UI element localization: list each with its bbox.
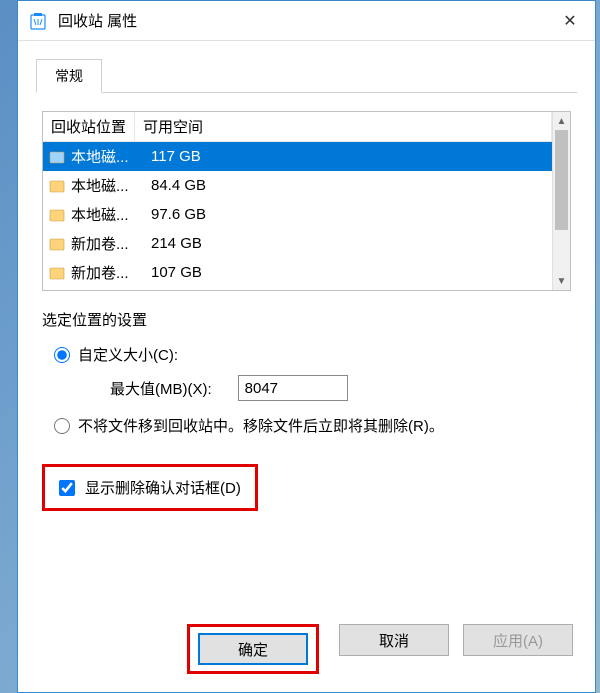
list-row[interactable]: 本地磁...84.4 GB <box>43 171 552 200</box>
scroll-up-icon[interactable]: ▲ <box>553 112 570 130</box>
row-space: 107 GB <box>147 264 546 281</box>
row-location: 本地磁... <box>71 146 147 167</box>
max-size-row: 最大值(MB)(X): <box>110 375 571 401</box>
drive-icon <box>49 149 65 165</box>
row-location: 新加卷... <box>71 233 147 254</box>
list-rows: 本地磁...117 GB本地磁...84.4 GB本地磁...97.6 GB新加… <box>43 142 552 287</box>
apply-button[interactable]: 应用(A) <box>463 624 573 656</box>
drive-icon <box>49 265 65 281</box>
tab-general[interactable]: 常规 <box>36 59 102 93</box>
row-space: 117 GB <box>147 148 546 165</box>
list-inner: 回收站位置 可用空间 本地磁...117 GB本地磁...84.4 GB本地磁.… <box>43 112 552 290</box>
content-panel: 回收站位置 可用空间 本地磁...117 GB本地磁...84.4 GB本地磁.… <box>18 93 595 608</box>
list-header: 回收站位置 可用空间 <box>43 112 552 142</box>
titlebar: 回收站 属性 ✕ <box>18 1 595 41</box>
scroll-down-icon[interactable]: ▼ <box>553 272 570 290</box>
row-location: 新加卷... <box>71 262 147 283</box>
settings-title: 选定位置的设置 <box>42 309 571 330</box>
drive-icon <box>49 178 65 194</box>
checkbox-confirm-delete[interactable]: 显示删除确认对话框(D) <box>59 477 241 498</box>
col-space[interactable]: 可用空间 <box>135 112 552 141</box>
checkbox-confirm-delete-label: 显示删除确认对话框(D) <box>85 477 241 498</box>
radio-custom-size[interactable]: 自定义大小(C): <box>54 344 571 365</box>
max-size-label: 最大值(MB)(X): <box>110 378 212 399</box>
button-bar: 确定 取消 应用(A) <box>18 608 595 692</box>
radio-dont-move-input[interactable] <box>54 418 70 434</box>
list-row[interactable]: 新加卷...107 GB <box>43 258 552 287</box>
close-icon: ✕ <box>563 11 576 31</box>
radio-custom-size-input[interactable] <box>54 347 70 363</box>
drive-icon <box>49 236 65 252</box>
location-list: 回收站位置 可用空间 本地磁...117 GB本地磁...84.4 GB本地磁.… <box>42 111 571 291</box>
list-row[interactable]: 新加卷...214 GB <box>43 229 552 258</box>
tab-area: 常规 <box>18 41 595 93</box>
row-space: 214 GB <box>147 235 546 252</box>
recycle-bin-properties-window: 回收站 属性 ✕ 常规 回收站位置 可用空间 本地磁...117 GB本地磁..… <box>17 0 596 693</box>
confirm-delete-highlight: 显示删除确认对话框(D) <box>42 464 258 511</box>
drive-icon <box>49 207 65 223</box>
window-title: 回收站 属性 <box>58 10 545 31</box>
scrollbar[interactable]: ▲ ▼ <box>552 112 570 290</box>
scroll-thumb[interactable] <box>555 130 568 230</box>
row-space: 97.6 GB <box>147 206 546 223</box>
list-row[interactable]: 本地磁...117 GB <box>43 142 552 171</box>
row-location: 本地磁... <box>71 175 147 196</box>
settings-section: 选定位置的设置 自定义大小(C): 最大值(MB)(X): 不将文件移到回收站中… <box>42 309 571 511</box>
radio-dont-move-label: 不将文件移到回收站中。移除文件后立即将其删除(R)。 <box>78 415 444 436</box>
tabs: 常规 <box>36 59 577 93</box>
cancel-button[interactable]: 取消 <box>339 624 449 656</box>
list-row[interactable]: 本地磁...97.6 GB <box>43 200 552 229</box>
ok-button[interactable]: 确定 <box>198 633 308 665</box>
row-location: 本地磁... <box>71 204 147 225</box>
radio-dont-move[interactable]: 不将文件移到回收站中。移除文件后立即将其删除(R)。 <box>54 415 571 436</box>
max-size-input[interactable] <box>238 375 348 401</box>
recycle-bin-icon <box>28 11 48 31</box>
checkbox-confirm-delete-input[interactable] <box>59 480 75 496</box>
row-space: 84.4 GB <box>147 177 546 194</box>
radio-custom-size-label: 自定义大小(C): <box>78 344 178 365</box>
ok-button-highlight: 确定 <box>187 624 319 674</box>
close-button[interactable]: ✕ <box>545 1 595 41</box>
col-location[interactable]: 回收站位置 <box>43 112 135 141</box>
